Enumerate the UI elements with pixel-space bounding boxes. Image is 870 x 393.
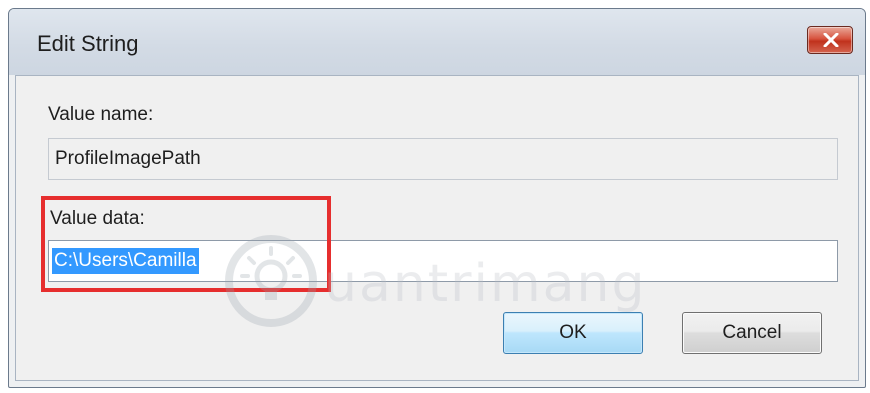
dialog-title: Edit String	[37, 31, 139, 56]
cancel-button[interactable]: Cancel	[682, 312, 822, 354]
ok-button-label: OK	[559, 322, 587, 343]
red-highlight-box	[41, 196, 331, 292]
cancel-button-label: Cancel	[722, 322, 782, 343]
ok-button[interactable]: OK	[503, 312, 643, 354]
edit-string-dialog: Edit String Value name: ProfileImagePath…	[8, 8, 866, 388]
value-name-label: Value name:	[48, 104, 154, 125]
dialog-body: Value name: ProfileImagePath Value data:…	[15, 75, 859, 381]
value-name-field[interactable]: ProfileImagePath	[48, 138, 838, 180]
close-button[interactable]	[807, 26, 853, 54]
close-icon	[823, 33, 839, 47]
title-bar[interactable]: Edit String	[9, 9, 865, 75]
value-name-text: ProfileImagePath	[55, 148, 201, 169]
